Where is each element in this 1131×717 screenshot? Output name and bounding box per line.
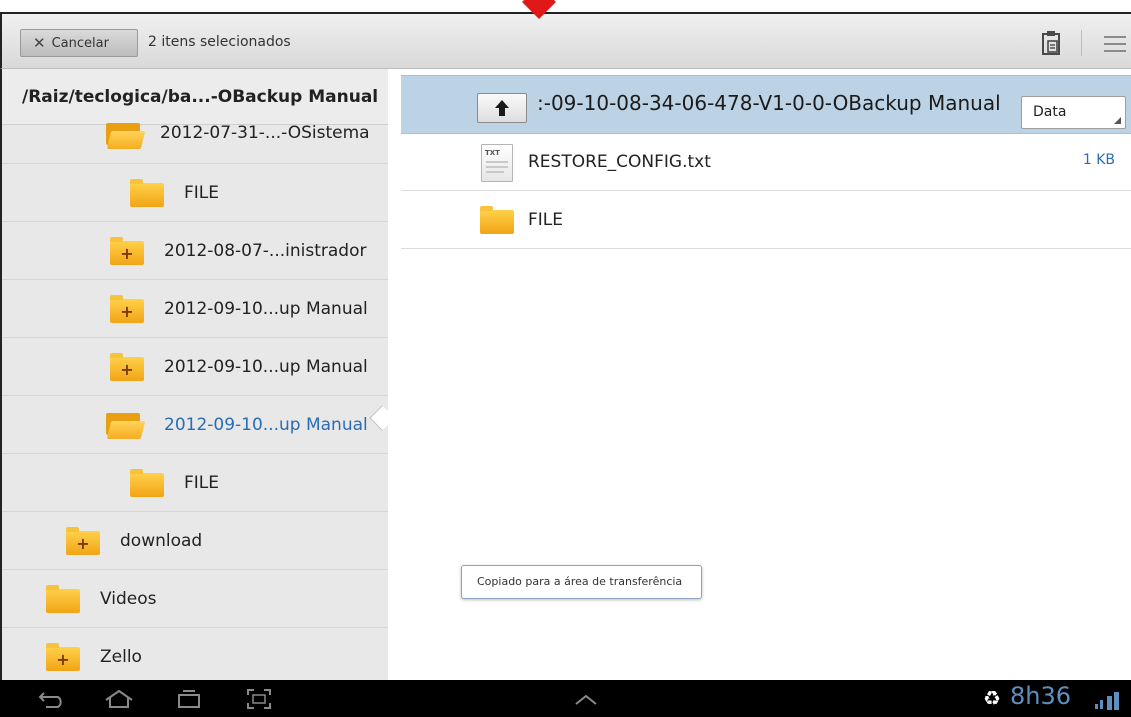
clock: 8h36 [1010,682,1072,710]
file-row[interactable]: FILE [401,192,1131,249]
folder-plus-icon: + [46,642,80,671]
tree-item[interactable]: FILE [2,454,388,512]
notification-handle[interactable] [570,684,602,714]
tree-item[interactable]: + 2012-08-07-...inistrador [2,222,388,280]
action-bar: ✕ Cancelar 2 itens selecionados [0,12,1131,69]
tree-item[interactable]: + 2012-09-10...up Manual [2,280,388,338]
signal-icon [1095,692,1119,710]
arrow-up-icon [495,100,509,116]
home-icon [105,689,133,708]
sort-selected-value: Data [1033,104,1067,120]
cancel-label: Cancelar [51,35,109,51]
screenshot-icon [247,689,271,709]
folder-tree-panel: /Raiz/teclogica/ba...-OBackup Manual 201… [0,69,388,680]
tree-item[interactable]: Videos [2,570,388,628]
screen: ✕ Cancelar 2 itens selecionados /Raiz/te… [0,0,1131,717]
screenshot-button[interactable] [243,684,275,714]
tree-item-label: Zello [100,646,142,667]
menu-icon-line [1104,50,1126,52]
tree-item-label: 2012-09-10...up Manual [164,356,368,377]
folder-icon [130,468,164,497]
selection-count: 2 itens selecionados [148,34,291,50]
folder-plus-icon: + [110,236,144,265]
file-type-tag: TXT [485,149,500,157]
menu-icon [1104,36,1126,38]
folder-icon [130,178,164,207]
folder-open-icon [106,411,146,439]
cancel-button[interactable]: ✕ Cancelar [20,29,138,57]
icon-line [486,171,504,173]
tree-item-label: download [120,530,203,551]
clipboard-button[interactable] [1036,28,1066,58]
folder-icon [46,584,80,613]
home-button[interactable] [103,684,135,714]
icon-line [486,161,508,163]
tree-item-label: Videos [100,588,157,609]
toast-message: Copiado para a área de transferência [461,565,702,599]
file-name: RESTORE_CONFIG.txt [528,152,711,172]
action-bar-divider [1081,30,1082,56]
tree-item[interactable]: + 2012-09-10...up Manual [2,338,388,396]
recycle-icon: ♻ [983,686,1001,710]
tree-item[interactable]: 2012-07-31-...-OSistema [2,123,388,164]
folder-open-icon [106,121,146,149]
file-name: FILE [528,210,564,230]
folder-plus-icon: + [110,352,144,381]
back-button[interactable] [36,684,68,714]
tree-item-active[interactable]: 2012-09-10...up Manual [2,396,388,454]
folder-plus-icon: + [110,294,144,323]
parent-folder-button[interactable] [477,93,527,123]
file-size: 1 KB [1082,152,1115,168]
chevron-up-icon [575,694,597,705]
tree-path-title: /Raiz/teclogica/ba...-OBackup Manual [2,69,388,125]
clipboard-icon [1042,31,1060,55]
txt-file-icon: TXT [481,144,513,182]
tree-item-label: 2012-08-07-...inistrador [164,240,367,261]
back-icon [38,692,62,708]
tree-item-label: 2012-09-10...up Manual [164,414,368,435]
top-strip [0,0,1131,12]
overflow-menu-button[interactable] [1100,30,1130,58]
sort-dropdown[interactable]: Data [1021,96,1126,129]
current-path: :-09-10-08-34-06-478-V1-0-0-OBackup Manu… [537,91,1001,115]
menu-icon-line [1104,43,1126,45]
file-row[interactable]: TXT RESTORE_CONFIG.txt 1 KB [401,134,1131,191]
dropdown-corner-icon [1114,117,1121,124]
tree-item-label: FILE [184,182,220,203]
recent-apps-button[interactable] [173,684,205,714]
tree-item[interactable]: + Zello [2,628,388,680]
system-bar: ♻ 8h36 [0,680,1131,717]
tree-item-label: FILE [184,472,220,493]
folder-icon [480,206,514,234]
tree-item[interactable]: + download [2,512,388,570]
close-icon: ✕ [33,34,46,52]
recent-apps-icon [178,690,200,708]
icon-line [486,166,508,168]
folder-plus-icon: + [66,526,100,555]
tree-item[interactable]: FILE [2,164,388,222]
tree-item-label: 2012-09-10...up Manual [164,298,368,319]
tree-item-label: 2012-07-31-...-OSistema [160,123,370,143]
current-folder-header: :-09-10-08-34-06-478-V1-0-0-OBackup Manu… [401,75,1131,134]
